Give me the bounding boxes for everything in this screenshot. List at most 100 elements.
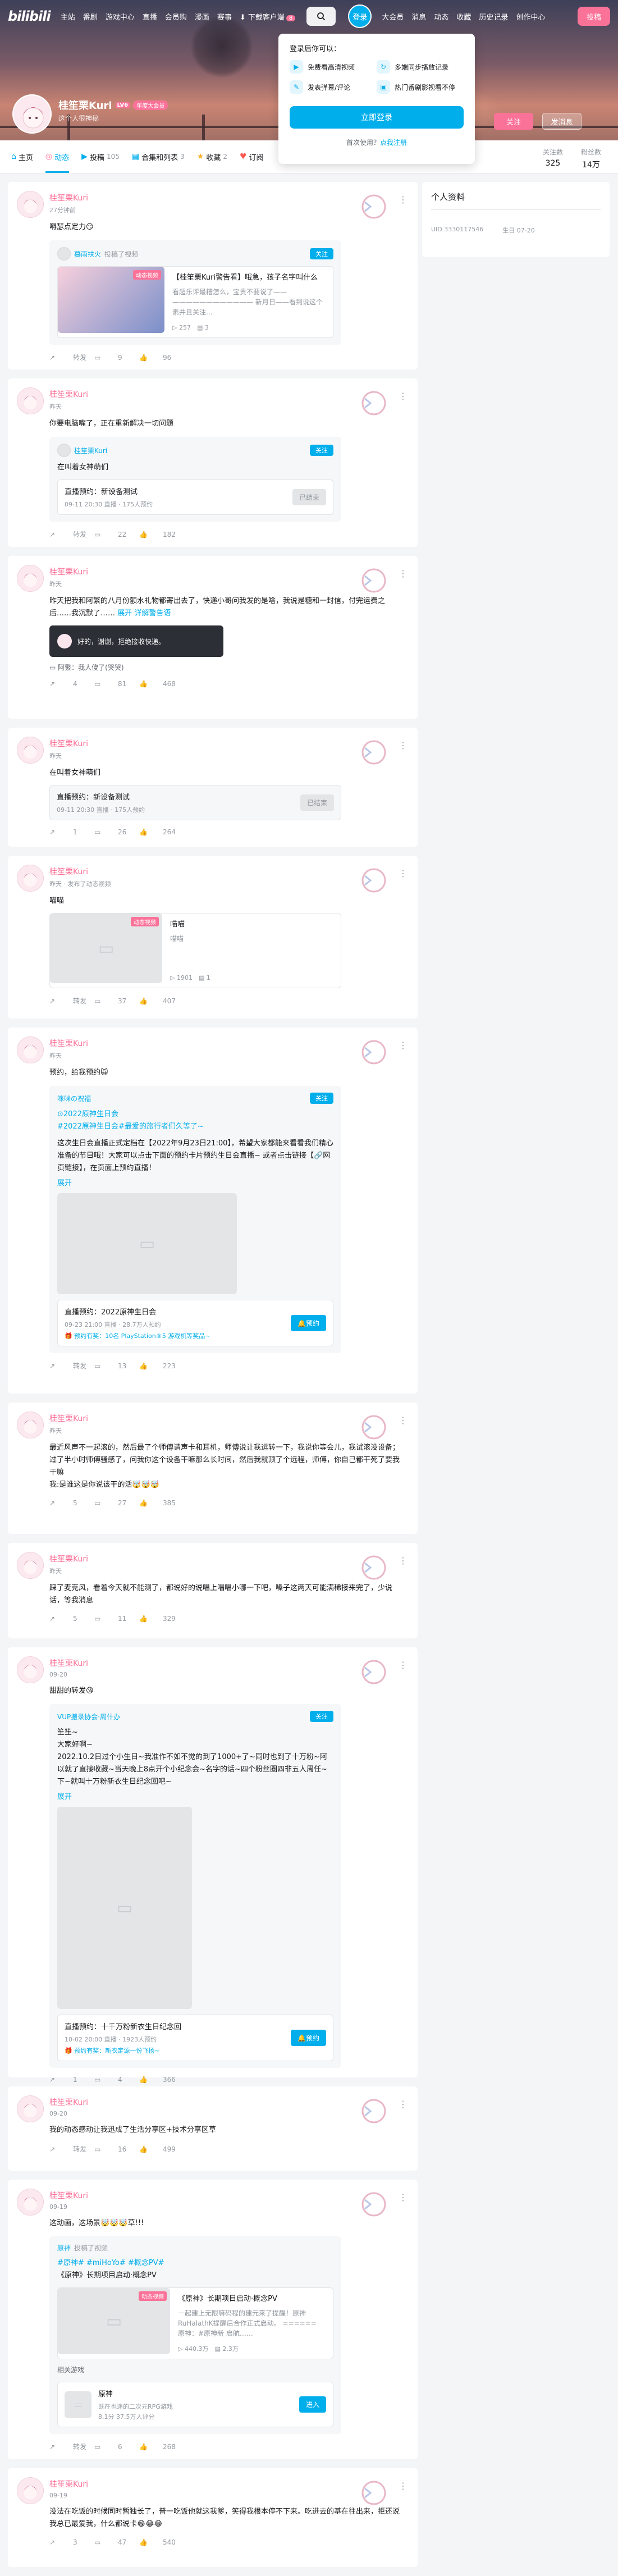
image-placeholder[interactable]: ▭ <box>57 1807 192 2009</box>
author-avatar[interactable] <box>17 387 44 414</box>
forward-button[interactable]: ↗ 转发 <box>49 2144 94 2154</box>
forward-button[interactable]: ↗ 4 <box>49 680 94 688</box>
author-name[interactable]: 桂笙栗Kuri <box>49 192 406 203</box>
author-name[interactable]: 桂笙栗Kuri <box>49 389 406 400</box>
repost-author-name[interactable]: VUP搬录协会·周什办 <box>57 1712 120 1721</box>
more-menu-icon[interactable]: ⋮ <box>399 1415 408 1426</box>
like-button[interactable]: 👍 366 <box>139 2076 184 2084</box>
repost-follow-button[interactable]: 关注 <box>310 445 333 456</box>
video-thumbnail[interactable]: ▭ 动态视频 <box>58 2288 170 2354</box>
nav-link-history[interactable]: 历史记录 <box>479 11 508 22</box>
game-title[interactable]: 原神 <box>98 2388 173 2399</box>
register-link[interactable]: 点我注册 <box>380 139 407 147</box>
comment-button[interactable]: ▭ 27 <box>94 1499 139 1507</box>
author-avatar[interactable] <box>17 1412 44 1438</box>
more-menu-icon[interactable]: ⋮ <box>399 1660 408 1670</box>
author-name[interactable]: 桂笙栗Kuri <box>49 2097 406 2108</box>
forward-button[interactable]: ↗ 5 <box>49 1499 94 1507</box>
repost-follow-button[interactable]: 关注 <box>310 1711 333 1722</box>
more-menu-icon[interactable]: ⋮ <box>399 1555 408 1566</box>
image-placeholder[interactable]: ▭ <box>57 1193 237 1294</box>
repost-author-name[interactable]: 咪咪の祝福 <box>57 1094 91 1103</box>
author-avatar[interactable] <box>17 2477 44 2504</box>
reservation-button[interactable]: 已结束 <box>292 489 326 505</box>
message-button[interactable]: 发消息 <box>542 113 582 130</box>
stat-fans[interactable]: 粉丝数 14万 <box>581 147 601 170</box>
repost-follow-button[interactable]: 关注 <box>310 1093 333 1104</box>
repost-author-name[interactable]: 原神 <box>57 2243 71 2253</box>
profile-avatar[interactable] <box>12 94 52 134</box>
search-button[interactable] <box>306 7 336 26</box>
forward-button[interactable]: ↗ 转发 <box>49 353 94 362</box>
repost-author-avatar[interactable] <box>57 247 71 261</box>
forward-button[interactable]: ↗ 1 <box>49 828 94 836</box>
repost-author-name[interactable]: 暮雨扶火 <box>74 249 101 259</box>
comment-button[interactable]: ▭ 13 <box>94 1361 139 1371</box>
game-icon[interactable]: ▭ <box>65 2391 91 2418</box>
more-menu-icon[interactable]: ⋮ <box>399 2192 408 2203</box>
popover-login-button[interactable]: 立即登录 <box>290 106 464 129</box>
nav-link-main[interactable]: 主站 <box>61 11 75 22</box>
more-menu-icon[interactable]: ⋮ <box>399 194 408 205</box>
reservation-title[interactable]: 直播预约：新设备测试 <box>57 791 145 802</box>
author-name[interactable]: 桂笙栗Kuri <box>49 866 406 877</box>
like-button[interactable]: 👍 468 <box>139 680 184 688</box>
nav-link-favorites[interactable]: 收藏 <box>456 11 471 22</box>
forward-button[interactable]: ↗ 转发 <box>49 2442 94 2451</box>
tab-dynamics[interactable]: ◎ 动态 <box>45 140 70 173</box>
comment-button[interactable]: ▭ 9 <box>94 353 139 362</box>
like-button[interactable]: 👍 264 <box>139 828 184 836</box>
bilibili-logo[interactable]: bilibili <box>8 8 51 24</box>
hashtag[interactable]: 详解警告语 <box>134 609 171 618</box>
more-menu-icon[interactable]: ⋮ <box>399 568 408 579</box>
comment-button[interactable]: ▭ 37 <box>94 996 139 1006</box>
reservation-reward[interactable]: 🎁 预约有奖：10名 PlayStation®5 游戏机等奖品~ <box>65 1331 210 1340</box>
more-menu-icon[interactable]: ⋮ <box>399 2099 408 2109</box>
video-card[interactable]: ▭ 动态视频 喵喵 喵喵 ▷ 1901 ▤ 1 <box>49 913 341 988</box>
tab-uploads[interactable]: ▶ 投稿 105 <box>81 140 120 173</box>
repost-author-avatar[interactable] <box>57 444 71 457</box>
stat-following[interactable]: 关注数 325 <box>543 147 563 170</box>
reservation-button[interactable]: 🔔预约 <box>291 2030 326 2046</box>
voice-card[interactable]: 好的，谢谢，拒绝接收快递。 <box>49 625 223 657</box>
comment-button[interactable]: ▭ 11 <box>94 1615 139 1623</box>
like-button[interactable]: 👍 407 <box>139 996 184 1006</box>
more-menu-icon[interactable]: ⋮ <box>399 1040 408 1051</box>
forward-button[interactable]: ↗ 5 <box>49 1615 94 1623</box>
more-menu-icon[interactable]: ⋮ <box>399 868 408 879</box>
video-thumbnail[interactable]: ▭ 动态视频 <box>50 914 162 983</box>
like-button[interactable]: 👍 182 <box>139 529 184 539</box>
author-avatar[interactable] <box>17 565 44 592</box>
nav-link-esports[interactable]: 赛事 <box>217 11 232 22</box>
hot-comment[interactable]: ▭ 阿繁：我人傻了(哭哭) <box>49 663 406 672</box>
comment-button[interactable]: ▭ 6 <box>94 2442 139 2451</box>
author-avatar[interactable] <box>17 865 44 892</box>
follow-button[interactable]: 关注 <box>494 113 533 130</box>
author-name[interactable]: 桂笙栗Kuri <box>49 1553 406 1564</box>
comment-button[interactable]: ▭ 4 <box>94 2076 139 2084</box>
reservation-button[interactable]: 已结束 <box>300 794 334 811</box>
tab-collections[interactable]: ▦ 合集和列表 3 <box>132 140 185 173</box>
comment-button[interactable]: ▭ 47 <box>94 2538 139 2546</box>
author-avatar[interactable] <box>17 191 44 218</box>
author-name[interactable]: 桂笙栗Kuri <box>49 566 406 577</box>
nav-link-game[interactable]: 游戏中心 <box>106 11 135 22</box>
author-avatar[interactable] <box>17 1552 44 1579</box>
forward-button[interactable]: ↗ 转发 <box>49 529 94 539</box>
nav-link-creator[interactable]: 创作中心 <box>516 11 545 22</box>
video-title[interactable]: 【桂笙栗Kuri警告看】哦急，孩子名字叫什么 <box>172 272 325 284</box>
like-button[interactable]: 👍 96 <box>139 353 184 362</box>
nav-link-anime[interactable]: 番剧 <box>83 11 98 22</box>
like-button[interactable]: 👍 385 <box>139 1499 184 1507</box>
author-name[interactable]: 桂笙栗Kuri <box>49 738 406 749</box>
like-button[interactable]: 👍 540 <box>139 2538 184 2546</box>
author-name[interactable]: 桂笙栗Kuri <box>49 1657 406 1669</box>
tab-favorites[interactable]: ★ 收藏 2 <box>197 140 227 173</box>
expand-link[interactable]: 展开 <box>117 609 132 618</box>
nav-link-shop[interactable]: 会员购 <box>165 11 187 22</box>
reservation-title[interactable]: 直播预约：新设备测试 <box>65 486 153 496</box>
topic-tag[interactable]: ⊙2022原神生日会 <box>57 1110 118 1118</box>
like-button[interactable]: 👍 329 <box>139 1615 184 1623</box>
video-thumbnail[interactable]: 动态视频 <box>58 267 164 333</box>
author-avatar[interactable] <box>17 1036 44 1063</box>
